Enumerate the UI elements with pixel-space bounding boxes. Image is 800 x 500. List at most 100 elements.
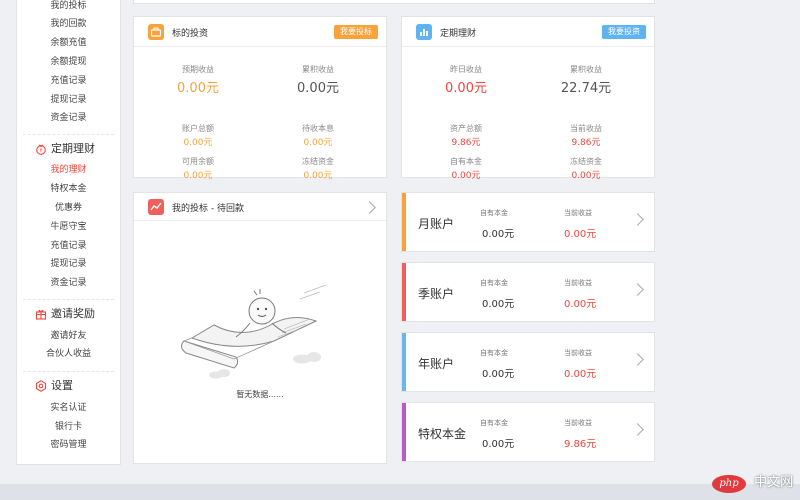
card-header: 定期理财 我要投资: [402, 17, 654, 47]
frozen-value: 0.00元: [571, 171, 601, 181]
own-principal-label: 自有本金: [480, 349, 508, 357]
own-principal-value: 0.00元: [482, 439, 515, 450]
current-income-label: 当前收益: [564, 279, 592, 287]
watermark-text: php: [712, 475, 746, 493]
accent-bar: [402, 403, 406, 461]
sidebar-item-my-finance[interactable]: 我的理财: [17, 164, 120, 176]
pending-principal-label: 待收本息: [302, 124, 334, 133]
sidebar-item-real-name[interactable]: 实名认证: [17, 402, 120, 414]
account-row-privilege[interactable]: 特权本金 自有本金 0.00元 当前收益 9.86元: [401, 402, 655, 462]
frozen-label: 冻结资金: [302, 157, 334, 166]
sidebar-item-invite-friends[interactable]: 邀请好友: [17, 330, 120, 342]
current-income-value: 9.86元: [564, 439, 597, 450]
current-income-label: 当前收益: [570, 124, 602, 133]
sidebar-section-invite[interactable]: 邀请奖励: [35, 307, 95, 321]
sidebar-item-niu-bao[interactable]: 牛愿守宝: [17, 221, 120, 233]
account-name: 月账户: [418, 217, 455, 231]
empty-illustration: [180, 284, 327, 379]
chevron-right-icon[interactable]: [631, 283, 644, 296]
sidebar-item-coupons[interactable]: 优惠券: [17, 202, 120, 214]
chevron-right-icon[interactable]: [631, 423, 644, 436]
sidebar-item-bank-card[interactable]: 银行卡: [17, 421, 120, 433]
fixed-finance-card: 定期理财 我要投资 昨日收益 0.00元 累积收益 22.74元 资产总额 9.…: [401, 16, 655, 181]
own-principal-value: 0.00元: [451, 171, 481, 181]
account-row-yearly[interactable]: 年账户 自有本金 0.00元 当前收益 0.00元: [401, 332, 655, 392]
gift-icon: [35, 309, 47, 320]
sidebar-item-withdraw-records-2[interactable]: 提现记录: [17, 258, 120, 270]
bid-investment-card: 标的投资 我要投标 预期收益 0.00元 累积收益 0.00元 账户总额 0.0…: [133, 16, 387, 181]
watermark-suffix: 中文网: [754, 475, 794, 490]
account-row-monthly[interactable]: 月账户 自有本金 0.00元 当前收益 0.00元: [401, 192, 655, 252]
trend-chart-icon: [148, 199, 164, 215]
accent-bar: [402, 333, 406, 391]
account-row-quarterly[interactable]: 季账户 自有本金 0.00元 当前收益 0.00元: [401, 262, 655, 322]
current-income-label: 当前收益: [564, 209, 592, 217]
sidebar-item-recharge[interactable]: 余额充值: [17, 37, 120, 49]
sidebar-item-recharge-records[interactable]: 充值记录: [17, 75, 120, 87]
sidebar-item-withdraw-records[interactable]: 提现记录: [17, 94, 120, 106]
own-principal-label: 自有本金: [480, 209, 508, 217]
chevron-right-icon[interactable]: [363, 201, 376, 214]
bids-pending-card: 我的投标 - 待回款 暂无数据......: [133, 192, 387, 464]
account-total-label: 账户总额: [182, 124, 214, 133]
cumulative-income-label: 累积收益: [302, 65, 334, 74]
account-total-value: 0.00元: [183, 138, 213, 148]
sidebar-item-my-bids[interactable]: 我的投标: [17, 0, 120, 12]
account-name: 季账户: [418, 287, 455, 301]
own-principal-value: 0.00元: [482, 229, 515, 240]
accent-bar: [402, 263, 406, 321]
svg-text:¥: ¥: [39, 148, 42, 154]
sidebar: 我的投标 我的回款 余额充值 余额提现 充值记录 提现记录 资金记录 ¥ 定期理…: [16, 0, 121, 465]
total-assets-label: 资产总额: [450, 124, 482, 133]
own-principal-label: 自有本金: [450, 157, 482, 166]
sidebar-section-settings[interactable]: 设置: [35, 379, 73, 393]
available-label: 可用余额: [182, 157, 214, 166]
own-principal-value: 0.00元: [482, 299, 515, 310]
account-name: 特权本金: [418, 427, 467, 441]
current-income-label: 当前收益: [564, 419, 592, 427]
frozen-label: 冻结资金: [570, 157, 602, 166]
current-income-value: 0.00元: [564, 369, 597, 380]
own-principal-label: 自有本金: [480, 279, 508, 287]
briefcase-icon: [148, 24, 164, 40]
yesterday-income-label: 昨日收益: [450, 65, 482, 74]
empty-state-text: 暂无数据......: [236, 390, 284, 399]
total-assets-value: 9.86元: [451, 138, 481, 148]
sidebar-item-recharge-records-2[interactable]: 充值记录: [17, 240, 120, 252]
current-income-value: 9.86元: [571, 138, 601, 148]
expected-income-value: 0.00元: [177, 81, 219, 96]
sidebar-item-my-repayments[interactable]: 我的回款: [17, 18, 120, 30]
invest-button[interactable]: 我要投资: [602, 25, 646, 39]
current-income-value: 0.00元: [564, 299, 597, 310]
card-title: 标的投资: [172, 29, 209, 39]
available-value: 0.00元: [183, 171, 213, 181]
frozen-value: 0.00元: [303, 171, 333, 181]
sidebar-section-fixed-finance[interactable]: ¥ 定期理财: [35, 142, 95, 156]
sidebar-divider: [23, 134, 114, 135]
cumulative-income-value: 22.74元: [560, 81, 612, 96]
sidebar-item-fund-records[interactable]: 资金记录: [17, 112, 120, 124]
own-principal-label: 自有本金: [480, 419, 508, 427]
account-name: 年账户: [418, 357, 455, 371]
sidebar-item-partner-income[interactable]: 合伙人收益: [17, 348, 120, 360]
watermark-logo: php 中文网: [712, 471, 794, 493]
chevron-right-icon[interactable]: [631, 353, 644, 366]
current-income-value: 0.00元: [564, 229, 597, 240]
expected-income-label: 预期收益: [182, 65, 214, 74]
accent-bar: [402, 193, 406, 251]
sidebar-item-privilege-principal[interactable]: 特权本金: [17, 183, 120, 195]
chart-bars-icon: [416, 24, 432, 40]
invest-bid-button[interactable]: 我要投标: [334, 25, 378, 39]
sidebar-item-withdraw[interactable]: 余额提现: [17, 56, 120, 68]
cumulative-income-label: 累积收益: [570, 65, 602, 74]
pending-principal-value: 0.00元: [303, 138, 333, 148]
sidebar-item-password[interactable]: 密码管理: [17, 439, 120, 451]
footer-band: [0, 484, 800, 500]
money-bag-icon: ¥: [36, 144, 46, 155]
card-header[interactable]: 我的投标 - 待回款: [134, 193, 386, 221]
sidebar-item-fund-records-2[interactable]: 资金记录: [17, 277, 120, 289]
top-panel-edge: [133, 0, 655, 4]
chevron-right-icon[interactable]: [631, 213, 644, 226]
sidebar-divider: [23, 371, 114, 372]
sidebar-divider: [23, 299, 114, 300]
